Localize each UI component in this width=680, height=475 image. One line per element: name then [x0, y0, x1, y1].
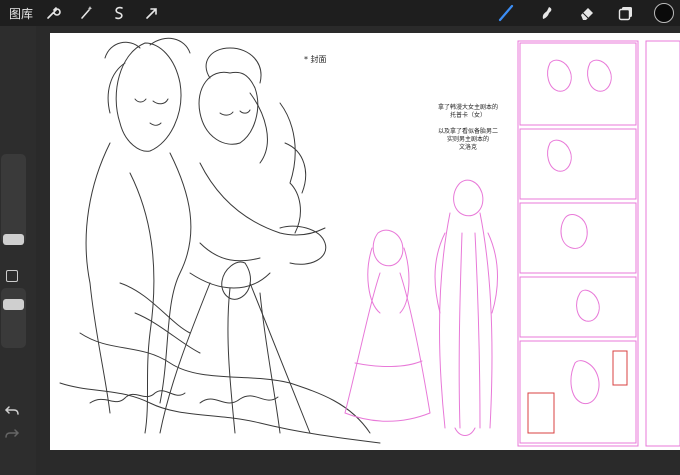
note-line: 托普卡（女）	[449, 112, 486, 119]
transform-arrow-icon[interactable]	[143, 4, 161, 22]
note-line	[418, 120, 518, 128]
opacity-slider[interactable]	[3, 299, 24, 310]
brush-size-slider[interactable]	[3, 234, 24, 245]
note-line: 实则男主剧本的	[446, 136, 489, 143]
opacity-track[interactable]	[1, 288, 26, 348]
character-notes: 拿了韩漫大女主剧本的 托普卡（女） 以及拿了看似备胎男二 实则男主剧本的 文洛克	[418, 104, 518, 152]
magic-wand-icon[interactable]	[77, 4, 95, 22]
eraser-icon[interactable]	[578, 4, 596, 22]
cover-note: * 封面	[304, 55, 327, 64]
couple-sketch	[59, 37, 381, 444]
character-sketches	[344, 179, 498, 436]
redo-icon[interactable]	[4, 426, 20, 442]
note-line: 文洛克	[458, 144, 477, 151]
undo-icon[interactable]	[4, 403, 20, 419]
comic-panels	[517, 40, 680, 447]
note-line: 拿了韩漫大女主剧本的	[437, 104, 498, 111]
selection-icon[interactable]	[110, 4, 128, 22]
top-toolbar: 图库	[0, 0, 680, 26]
layers-icon[interactable]	[617, 4, 635, 22]
note-line: 以及拿了看似备胎男二	[437, 128, 498, 135]
sketch-artwork	[59, 37, 680, 447]
brush-size-track[interactable]	[1, 154, 26, 244]
side-toolbar	[0, 26, 36, 475]
drawing-canvas[interactable]: * 封面 拿了韩漫大女主剧本的 托普卡（女） 以及拿了看似备胎男二 实则男主剧本…	[50, 33, 680, 450]
smudge-icon[interactable]	[538, 4, 556, 22]
modify-button[interactable]	[6, 270, 18, 282]
wrench-icon[interactable]	[44, 4, 62, 22]
gallery-button[interactable]: 图库	[9, 5, 33, 22]
red-boxes	[527, 350, 628, 434]
color-picker-button[interactable]	[654, 3, 674, 23]
brush-icon[interactable]	[497, 4, 515, 22]
